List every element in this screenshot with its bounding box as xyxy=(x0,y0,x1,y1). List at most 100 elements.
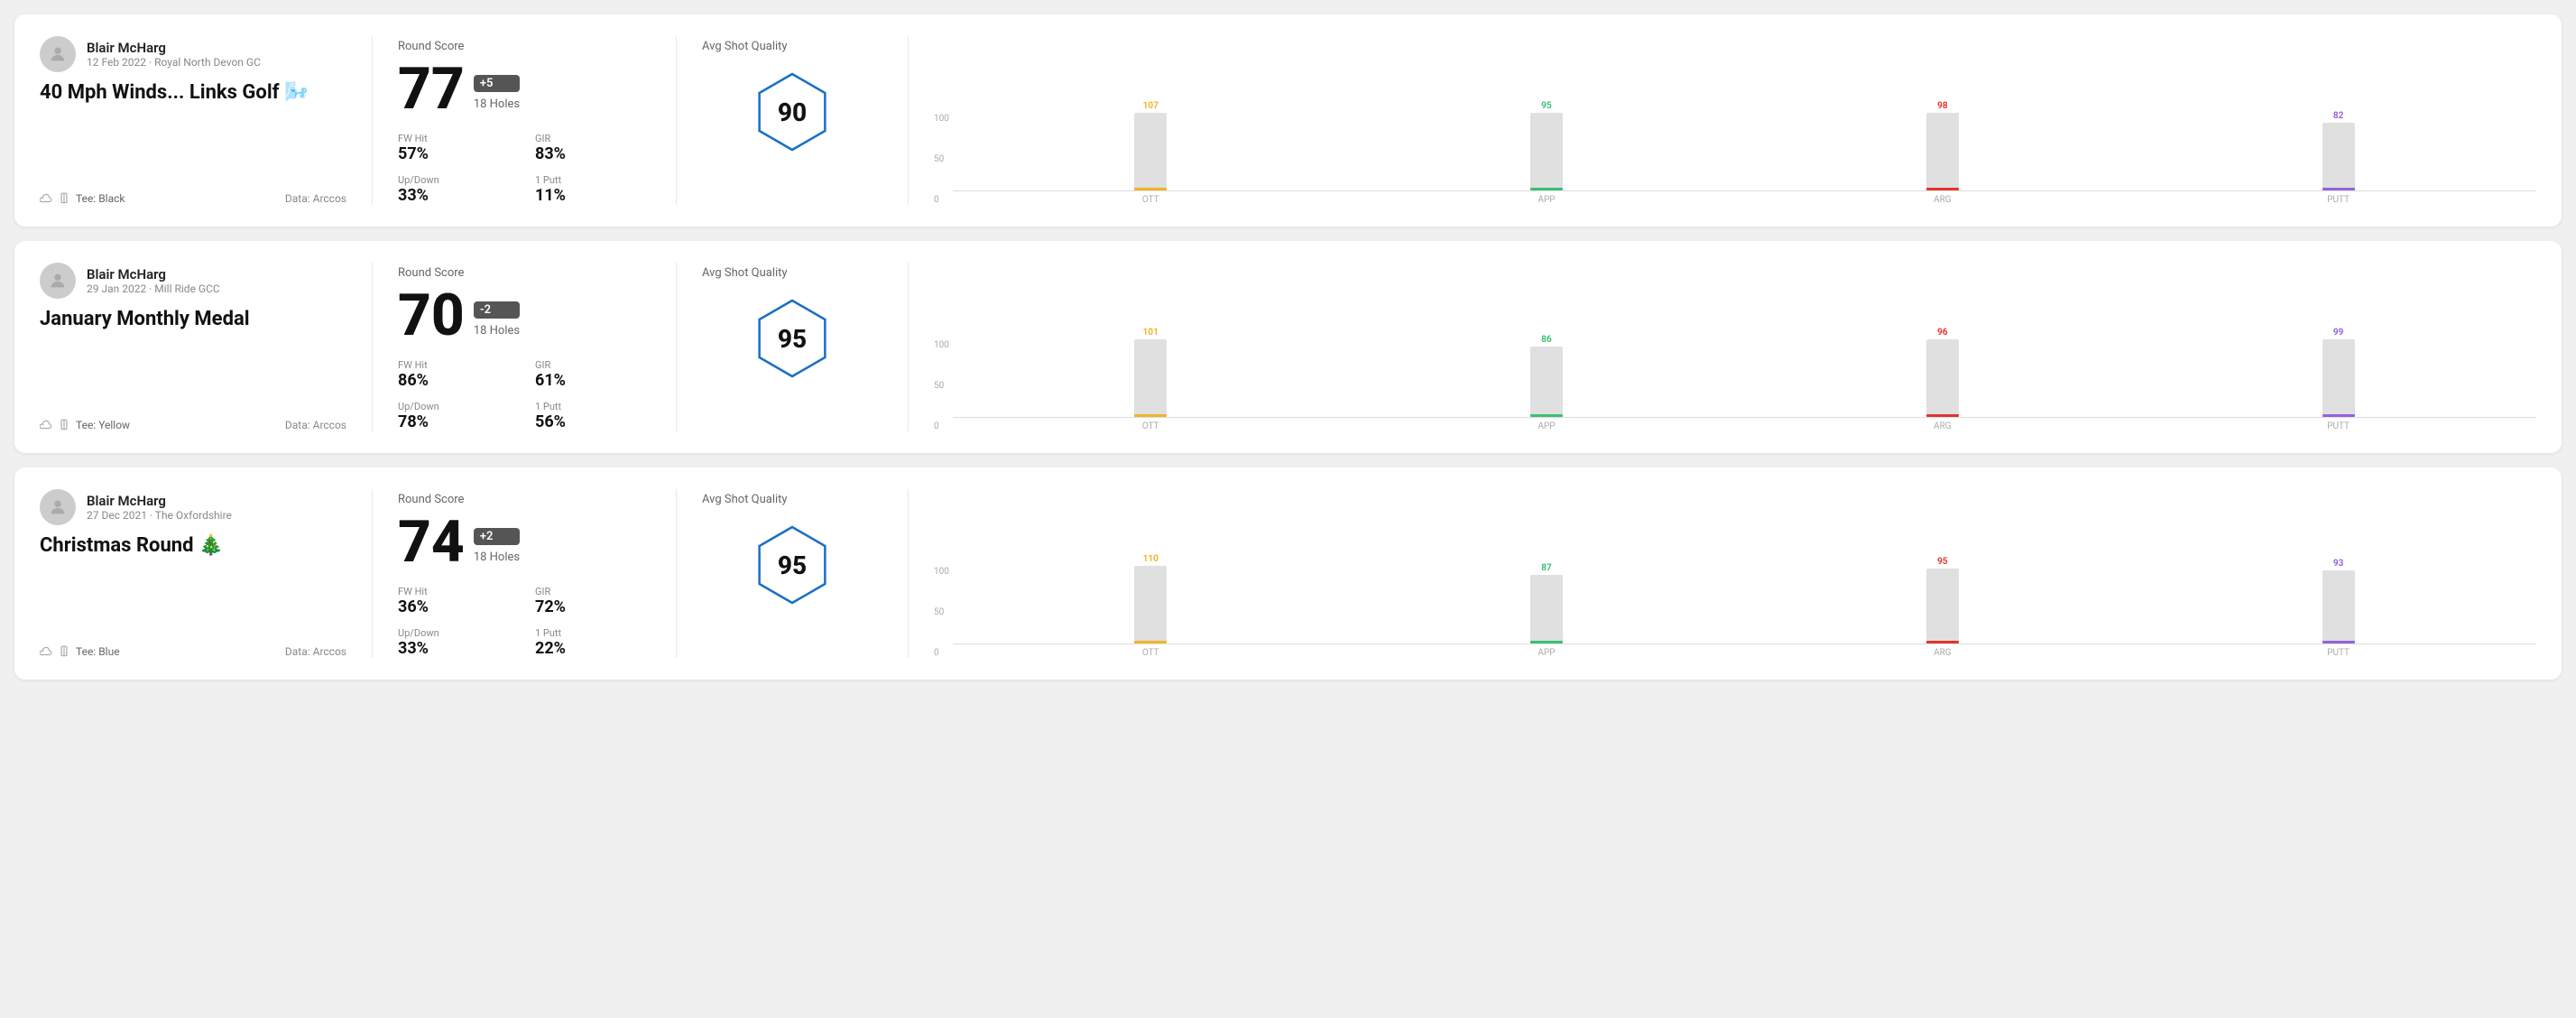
round-card-1: Blair McHarg 12 Feb 2022 · Royal North D… xyxy=(14,14,2562,227)
avatar xyxy=(40,489,76,525)
bar-group-arg: 95 xyxy=(1744,554,2140,643)
card-quality: Avg Shot Quality 90 xyxy=(702,36,882,205)
score-badge: -2 xyxy=(474,301,520,319)
tee-info: Tee: Black xyxy=(40,192,125,205)
golf-bag-icon xyxy=(58,419,70,431)
round-card-3: Blair McHarg 27 Dec 2021 · The Oxfordshi… xyxy=(14,467,2562,680)
avatar xyxy=(40,263,76,299)
bar-group-app: 95 xyxy=(1349,101,1745,190)
score-row: 70 -2 18 Holes xyxy=(398,287,651,345)
user-name: Blair McHarg xyxy=(87,493,232,509)
bar-group-ott: 110 xyxy=(953,554,1349,643)
bar-group-putt: 82 xyxy=(2140,101,2536,190)
gir-stat: GIR 83% xyxy=(535,133,651,163)
divider3 xyxy=(908,489,909,658)
stats-grid: FW Hit 86% GIR 61% Up/Down 78% 1 Putt 56… xyxy=(398,359,651,431)
card-middle: Round Score 74 +2 18 Holes FW Hit 36% GI… xyxy=(398,489,651,658)
up-down-stat: Up/Down 33% xyxy=(398,174,513,205)
fw-hit-stat: FW Hit 86% xyxy=(398,359,513,390)
avatar xyxy=(40,36,76,72)
bar-group-arg: 98 xyxy=(1744,101,2140,190)
date-course: 12 Feb 2022 · Royal North Devon GC xyxy=(87,56,261,69)
divider3 xyxy=(908,263,909,431)
round-score-label: Round Score xyxy=(398,493,651,506)
golf-bag-icon xyxy=(58,192,70,205)
data-source: Data: Arccos xyxy=(285,192,346,205)
divider2 xyxy=(676,263,677,431)
golf-bag-icon xyxy=(58,645,70,658)
date-course: 29 Jan 2022 · Mill Ride GCC xyxy=(87,282,220,295)
bar-group-app: 87 xyxy=(1349,554,1745,643)
cloud-icon xyxy=(40,645,52,658)
hexagon: 95 xyxy=(752,524,833,606)
user-name: Blair McHarg xyxy=(87,40,261,56)
divider xyxy=(372,36,373,205)
divider2 xyxy=(676,489,677,658)
stats-grid: FW Hit 57% GIR 83% Up/Down 33% 1 Putt 11… xyxy=(398,133,651,205)
card-footer: Tee: Blue Data: Arccos xyxy=(40,645,346,658)
score-big: 77 xyxy=(398,60,465,118)
data-source: Data: Arccos xyxy=(285,419,346,431)
card-quality: Avg Shot Quality 95 xyxy=(702,263,882,431)
one-putt-stat: 1 Putt 56% xyxy=(535,401,651,431)
card-quality: Avg Shot Quality 95 xyxy=(702,489,882,658)
card-footer: Tee: Black Data: Arccos xyxy=(40,192,346,205)
avg-shot-quality-label: Avg Shot Quality xyxy=(702,266,882,280)
round-title: 40 Mph Winds... Links Golf 🌬️ xyxy=(40,81,346,104)
user-info: Blair McHarg 12 Feb 2022 · Royal North D… xyxy=(87,40,261,69)
cloud-icon xyxy=(40,192,52,205)
round-score-label: Round Score xyxy=(398,266,651,280)
user-name: Blair McHarg xyxy=(87,266,220,282)
fw-hit-stat: FW Hit 36% xyxy=(398,586,513,616)
score-holes: 18 Holes xyxy=(474,551,520,564)
round-title: January Monthly Medal xyxy=(40,308,346,330)
avg-shot-quality-label: Avg Shot Quality xyxy=(702,493,882,506)
round-title: Christmas Round 🎄 xyxy=(40,534,346,557)
data-source: Data: Arccos xyxy=(285,645,346,658)
up-down-stat: Up/Down 33% xyxy=(398,627,513,658)
round-score-label: Round Score xyxy=(398,40,651,53)
divider xyxy=(372,263,373,431)
hexagon: 90 xyxy=(752,71,833,153)
chart-area: 100 50 0 107 95 98 xyxy=(934,36,2536,205)
tee-label: Tee: Yellow xyxy=(76,419,130,431)
score-badge: +5 xyxy=(474,75,520,92)
bar-group-app: 86 xyxy=(1349,328,1745,417)
bar-group-arg: 96 xyxy=(1744,328,2140,417)
bar-group-ott: 101 xyxy=(953,328,1349,417)
card-footer: Tee: Yellow Data: Arccos xyxy=(40,419,346,431)
tee-label: Tee: Blue xyxy=(76,645,120,658)
gir-stat: GIR 61% xyxy=(535,359,651,390)
gir-stat: GIR 72% xyxy=(535,586,651,616)
tee-info: Tee: Blue xyxy=(40,645,120,658)
user-row: Blair McHarg 12 Feb 2022 · Royal North D… xyxy=(40,36,346,72)
one-putt-stat: 1 Putt 11% xyxy=(535,174,651,205)
score-big: 74 xyxy=(398,514,465,571)
hexagon-score: 90 xyxy=(778,97,807,127)
user-info: Blair McHarg 27 Dec 2021 · The Oxfordshi… xyxy=(87,493,232,522)
cloud-icon xyxy=(40,419,52,431)
card-left-3: Blair McHarg 27 Dec 2021 · The Oxfordshi… xyxy=(40,489,346,658)
date-course: 27 Dec 2021 · The Oxfordshire xyxy=(87,509,232,522)
chart-area: 100 50 0 110 87 95 xyxy=(934,489,2536,658)
user-info: Blair McHarg 29 Jan 2022 · Mill Ride GCC xyxy=(87,266,220,295)
tee-label: Tee: Black xyxy=(76,192,125,205)
tee-info: Tee: Yellow xyxy=(40,419,130,431)
score-holes: 18 Holes xyxy=(474,97,520,111)
hexagon-container: 95 xyxy=(702,298,882,379)
divider xyxy=(372,489,373,658)
hexagon: 95 xyxy=(752,298,833,379)
user-row: Blair McHarg 29 Jan 2022 · Mill Ride GCC xyxy=(40,263,346,299)
bar-group-ott: 107 xyxy=(953,101,1349,190)
score-row: 77 +5 18 Holes xyxy=(398,60,651,118)
divider2 xyxy=(676,36,677,205)
card-left-2: Blair McHarg 29 Jan 2022 · Mill Ride GCC… xyxy=(40,263,346,431)
user-row: Blair McHarg 27 Dec 2021 · The Oxfordshi… xyxy=(40,489,346,525)
chart-area: 100 50 0 101 86 96 xyxy=(934,263,2536,431)
score-row: 74 +2 18 Holes xyxy=(398,514,651,571)
up-down-stat: Up/Down 78% xyxy=(398,401,513,431)
stats-grid: FW Hit 36% GIR 72% Up/Down 33% 1 Putt 22… xyxy=(398,586,651,658)
score-holes: 18 Holes xyxy=(474,324,520,338)
divider3 xyxy=(908,36,909,205)
avg-shot-quality-label: Avg Shot Quality xyxy=(702,40,882,53)
